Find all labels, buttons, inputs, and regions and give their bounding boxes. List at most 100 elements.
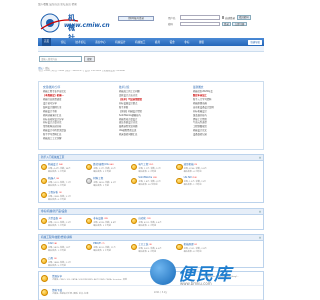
forum-name[interactable]: CAD xyxy=(48,242,53,245)
forum-name[interactable]: 液压机械 xyxy=(184,163,194,166)
forum-last[interactable]: 最后发表: 8 小时前 xyxy=(184,250,219,253)
forum-cell[interactable]: 电气工程 (12) 主题: 1.1万, 帖数: 12万 最后发表: 3 小时前 xyxy=(129,161,174,175)
forum-new-count: (9) xyxy=(194,164,198,166)
forum-name[interactable]: SolidWorks xyxy=(138,176,152,179)
forum-cell[interactable]: 机械原理 (2) 主题: 2101, 帖数: 2.8万 最后发表: 8 小时前 xyxy=(175,241,220,255)
forum-cell[interactable]: CAD (8) 主题: 9876, 帖数: 12万 最后发表: 1 小时前 xyxy=(39,241,84,255)
nav-item-groups[interactable]: 群组 xyxy=(199,40,204,44)
forum-last[interactable]: 最后发表: 1 小时前 xyxy=(48,249,83,252)
forum-name[interactable]: 机器人 xyxy=(48,177,56,180)
list-item[interactable]: 机械加工工艺详解 xyxy=(41,137,111,141)
main-nav: 首页 论坛 技术论坛 商业中心 机械设计 机械加工 模具 钣金 非标 群组 快捷… xyxy=(38,38,264,46)
forum-name[interactable]: 自动化 xyxy=(138,217,146,220)
forum-name[interactable]: PRO/E xyxy=(93,242,101,245)
section-title: 非标/机械/新产品/设备 xyxy=(41,210,67,213)
forum-cell[interactable]: 机械设计 (55) 主题: 4.4万, 帖数: 98万 最后发表: 1 小时前 xyxy=(39,161,84,175)
forum-name[interactable]: UG NX xyxy=(184,176,192,179)
forum-new-count: (8) xyxy=(54,243,58,245)
login-form: 用户名 自动登录 找回密码 密码 登录 立即注册 xyxy=(168,15,262,31)
forum-new-icon xyxy=(40,163,47,170)
forum-new-count: (4) xyxy=(58,218,62,220)
featured-col-2: 技术讨论 机械加工的工艺问题 齿轮设计方法讨论 【技术】气缸选型经验 非标设备设… xyxy=(117,85,187,137)
forum-name[interactable]: 工程分析 xyxy=(48,191,58,194)
nav-item-business[interactable]: 商业中心 xyxy=(95,40,105,44)
nav-item-forum[interactable]: 论坛 xyxy=(61,40,66,44)
quick-nav-button[interactable]: 快捷导航 xyxy=(248,39,262,45)
forum-last[interactable]: 最后发表: 3 小时前 xyxy=(138,224,173,227)
forum-new-count: (19) xyxy=(104,218,109,220)
nav-item-nonstd[interactable]: 非标 xyxy=(184,40,189,44)
nav-item-mold[interactable]: 模具 xyxy=(155,40,160,44)
qq-login-button[interactable]: 用QQ帐号登录 xyxy=(118,16,154,21)
forum-cell[interactable]: 液压机械 (9) 主题: 8766, 帖数: 9.8万 最后发表: 4 小时前 xyxy=(175,161,220,175)
nav-item-tech[interactable]: 技术论坛 xyxy=(75,40,85,44)
forum-new-count: (55) xyxy=(58,164,63,166)
register-button[interactable]: 立即注册 xyxy=(232,21,247,27)
login-button[interactable]: 登录 xyxy=(221,21,232,27)
nav-item-sheet[interactable]: 钣金 xyxy=(170,40,175,44)
forum-new-count: (6) xyxy=(56,178,60,180)
nav-item-home[interactable]: 首页 xyxy=(42,38,52,46)
forum-last[interactable]: 最后发表: 4 小时前 xyxy=(138,250,173,253)
forum-name[interactable]: 材料工程 xyxy=(93,177,103,180)
forum-last[interactable]: 最后发表: 2 小时前 xyxy=(93,170,128,173)
forum-new-icon xyxy=(85,243,93,250)
forum-cell[interactable]: 工艺工装 (5) 主题: 3421, 帖数: 4.6万 最后发表: 4 小时前 xyxy=(129,241,174,255)
forum-last[interactable]: 最后发表: 5 小时前 xyxy=(48,184,83,187)
auto-login-checkbox[interactable] xyxy=(221,16,224,19)
forum-last[interactable]: 最后发表: 1 天前 xyxy=(93,184,128,187)
forum-name[interactable]: 机械设计 xyxy=(48,163,58,166)
forum-cell[interactable]: 机器人 (6) 主题: 5231, 帖数: 7.1万 最后发表: 5 小时前 xyxy=(39,175,84,189)
forum-last[interactable]: 最后发表: 2 小时前 xyxy=(93,224,128,227)
forum-cell[interactable]: 工程分析 (3) 主题: 2988, 帖数: 3.1万 最后发表: 6 小时前 xyxy=(39,189,84,203)
forum-cell[interactable]: 材料工程 主题: 3455, 帖数: 4.2万 最后发表: 1 天前 xyxy=(84,175,129,189)
forum-last[interactable]: 最后发表: 7 小时前 xyxy=(48,224,83,227)
table-row[interactable]: 资料下载 子版块: 机械设计手册, 图纸, 论文, 标准 2211 / 3.1万 xyxy=(39,286,263,300)
find-password-link[interactable]: 找回密码 xyxy=(236,15,252,20)
search-input[interactable]: 请输入搜索内容 xyxy=(39,56,82,62)
forum-cell[interactable]: SolidWorks (23) 主题: 1.8万, 帖数: 22万 最后发表: 30… xyxy=(129,175,174,189)
forum-name[interactable]: 刀具 xyxy=(48,257,53,260)
forum-name[interactable]: 电气工程 xyxy=(138,163,148,166)
collapse-icon[interactable]: ▲ xyxy=(259,155,261,161)
forum-new-icon xyxy=(40,177,47,184)
forum-last[interactable]: 最后发表: 1 小时前 xyxy=(48,170,83,173)
logo-url: www.cmiw.cn xyxy=(64,22,110,29)
forum-icon xyxy=(85,177,93,184)
forum-last[interactable]: 最后发表: 1 小时前 xyxy=(184,183,219,186)
forum-last[interactable]: 最后发表: 3 小时前 xyxy=(138,170,173,173)
forum-cell[interactable]: 自动化 (11) 主题: 4311, 帖数: 5.4万 最后发表: 3 小时前 xyxy=(129,215,174,229)
forum-last[interactable]: 最后发表: 4 小时前 xyxy=(184,170,219,173)
forum-last[interactable]: 最后发表: 5 小时前 xyxy=(48,264,83,267)
forum-name[interactable]: 大型设备 xyxy=(48,217,58,220)
forum-name[interactable]: 工艺工装 xyxy=(138,243,148,246)
forum-new-count: (2) xyxy=(194,244,198,246)
collapse-icon[interactable]: ▲ xyxy=(259,235,261,241)
forum-name[interactable]: 非标设备 xyxy=(93,217,103,220)
forum-cell[interactable]: 刀具 (3) 主题: 1888, 帖数: 2.2万 最后发表: 5 小时前 xyxy=(39,255,84,269)
username-input[interactable] xyxy=(180,15,220,20)
list-item[interactable]: 机床维修问题汇总 xyxy=(117,133,187,137)
collapse-icon[interactable]: ▲ xyxy=(259,209,261,215)
forum-name[interactable]: 机械原理 xyxy=(184,243,194,246)
featured-col-1: 交流/图片/分享 机械工程专业毕业论文 【本周热议】机械… 机械行业薪资调查 设… xyxy=(41,85,111,141)
top-links[interactable]: 加入收藏 设为首页 论坛首页 帮助 xyxy=(38,3,264,8)
forum-last[interactable]: 最后发表: 30 分钟前 xyxy=(138,183,173,186)
forum-cell[interactable]: PRO/E (7) 主题: 8012, 帖数: 11万 最后发表: 2 小时前 xyxy=(84,241,129,255)
forum-cell[interactable]: 非标设备 (19) 主题: 6789, 帖数: 8.8万 最后发表: 2 小时前 xyxy=(84,215,129,229)
forum-cell[interactable]: 大型设备 (4) 主题: 2201, 帖数: 2.3万 最后发表: 7 小时前 xyxy=(39,215,84,229)
forum-cell[interactable]: UG NX (18) 主题: 1.5万, 帖数: 19万 最后发表: 1 小时前 xyxy=(175,175,220,189)
list-item[interactable]: 设备维修记录 xyxy=(191,133,261,137)
forum-last[interactable]: 最后发表: 2 小时前 xyxy=(93,249,128,252)
password-input[interactable] xyxy=(180,21,220,27)
forum-last[interactable]: 最后发表: 6 小时前 xyxy=(48,198,83,201)
forum-count: 2211 / 3.1万 xyxy=(154,291,168,294)
sub-nav xyxy=(38,46,264,52)
forum-new-icon xyxy=(176,243,183,250)
forum-name[interactable]: 数控/编程/UG xyxy=(93,163,108,166)
nav-item-machining[interactable]: 机械加工 xyxy=(135,40,145,44)
search-button[interactable]: 搜索 xyxy=(84,56,95,62)
nav-item-design[interactable]: 机械设计 xyxy=(115,40,125,44)
section-title: 新手入门机械加工区 xyxy=(41,156,65,159)
forum-cell[interactable]: 数控/编程/UG (40) 主题: 2.2万, 帖数: 35万 最后发表: 2 小时… xyxy=(84,161,129,175)
